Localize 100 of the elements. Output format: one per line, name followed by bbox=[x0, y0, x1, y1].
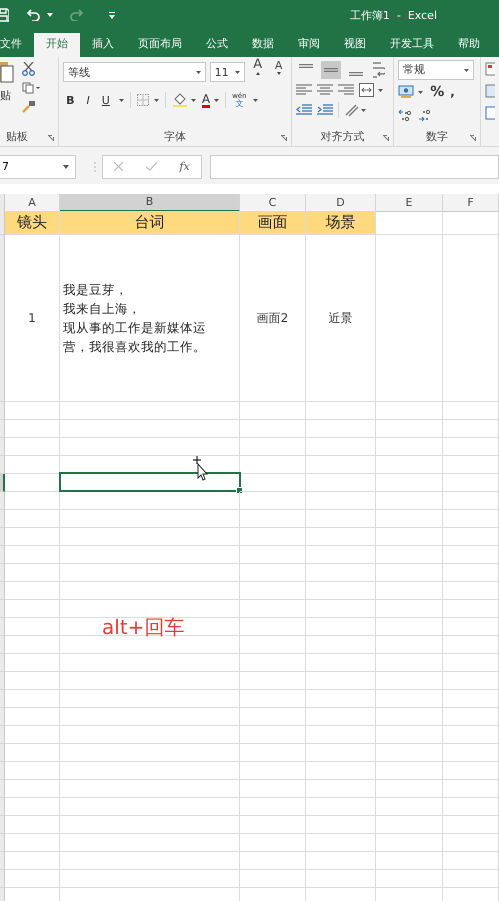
table-cell bbox=[376, 474, 443, 492]
orientation-icon[interactable] bbox=[344, 103, 366, 117]
save-icon[interactable] bbox=[0, 8, 9, 22]
table-cell bbox=[5, 618, 60, 636]
increase-decimal-icon[interactable] bbox=[398, 109, 412, 122]
table-cell bbox=[5, 492, 60, 510]
table-cell bbox=[306, 510, 376, 528]
ribbon-tab[interactable]: 页面布局 bbox=[126, 33, 194, 57]
table-cell bbox=[376, 528, 443, 546]
align-left-icon[interactable] bbox=[296, 84, 312, 96]
font-color-button[interactable]: A bbox=[202, 92, 220, 108]
insert-function-button[interactable]: fx bbox=[179, 160, 190, 173]
undo-icon[interactable] bbox=[27, 9, 41, 21]
table-cell bbox=[443, 402, 499, 420]
table-cell: 1 bbox=[5, 235, 60, 402]
caret-icon[interactable] bbox=[47, 13, 53, 17]
ribbon-tab[interactable]: 帮助 bbox=[446, 33, 492, 57]
row-header[interactable] bbox=[0, 474, 5, 492]
caret-icon[interactable] bbox=[118, 98, 124, 102]
number-format-dropdown[interactable]: 常规 bbox=[398, 60, 474, 80]
table-cell: 画面2 bbox=[240, 235, 306, 402]
font-style-button[interactable]: U bbox=[98, 94, 113, 106]
align-middle-button[interactable] bbox=[320, 61, 341, 79]
align-center-icon[interactable] bbox=[316, 84, 333, 96]
borders-icon[interactable] bbox=[136, 94, 159, 106]
dialog-launcher-icon[interactable] bbox=[280, 135, 287, 141]
group-label: 贴板 bbox=[6, 128, 28, 144]
table-cell bbox=[306, 402, 376, 420]
ribbon-tab[interactable]: 插入 bbox=[80, 33, 126, 57]
font-style-button[interactable]: B bbox=[63, 94, 78, 106]
decrease-font-button[interactable]: A bbox=[270, 59, 287, 85]
decrease-decimal-icon[interactable] bbox=[418, 109, 432, 122]
fill-color-icon[interactable] bbox=[172, 93, 196, 107]
wrap-text-icon[interactable] bbox=[370, 61, 385, 79]
table-cell bbox=[443, 798, 499, 816]
table-cell bbox=[306, 834, 376, 852]
table-cell: 镜头 bbox=[5, 211, 60, 235]
percent-button[interactable]: % bbox=[430, 84, 444, 100]
caret-icon[interactable] bbox=[252, 98, 258, 102]
ribbon-tab[interactable]: 公式 bbox=[194, 33, 240, 57]
table-cell bbox=[376, 726, 443, 744]
ribbon-tab[interactable]: 审阅 bbox=[286, 33, 332, 57]
increase-font-button[interactable]: A bbox=[248, 57, 266, 87]
align-top-icon bbox=[298, 64, 313, 68]
scissors-icon[interactable] bbox=[22, 62, 35, 76]
column-header[interactable]: E bbox=[376, 194, 443, 212]
font-size-dropdown[interactable]: 11 bbox=[210, 62, 245, 82]
fill-handle[interactable] bbox=[236, 487, 243, 494]
currency-icon[interactable] bbox=[398, 85, 424, 100]
formula-input[interactable] bbox=[210, 154, 499, 178]
table-cell bbox=[5, 546, 60, 564]
table-cell bbox=[5, 816, 60, 834]
table-cell bbox=[5, 834, 60, 852]
table-cell: 我是豆芽， 我来自上海， 现从事的工作是新媒体运 营，我很喜欢我的工作。 bbox=[60, 235, 240, 402]
table-cell bbox=[376, 852, 443, 870]
table-cell bbox=[240, 708, 306, 726]
merge-cells-icon[interactable] bbox=[358, 83, 383, 97]
comma-style-button[interactable]: , bbox=[450, 85, 455, 100]
table-cell bbox=[376, 672, 443, 690]
copy-icon[interactable] bbox=[22, 82, 40, 94]
ribbon-tab[interactable]: 数据 bbox=[240, 33, 286, 57]
table-cell bbox=[306, 456, 376, 474]
column-header[interactable]: F bbox=[443, 194, 499, 212]
dialog-launcher-icon[interactable] bbox=[470, 135, 476, 142]
increase-indent-icon[interactable] bbox=[316, 104, 333, 116]
font-style-button[interactable]: I bbox=[84, 94, 93, 106]
paste-button[interactable]: 贴 bbox=[0, 60, 14, 113]
ribbon-tab[interactable]: 文件 bbox=[0, 33, 34, 57]
ribbon-tab[interactable]: 开发工具 bbox=[378, 33, 446, 57]
table-cell bbox=[376, 870, 443, 888]
table-cell bbox=[376, 798, 443, 816]
dialog-launcher-icon[interactable] bbox=[48, 135, 54, 141]
table-cell bbox=[306, 672, 376, 690]
table-cell bbox=[443, 870, 499, 888]
ribbon-tab[interactable]: 开始 bbox=[34, 33, 80, 57]
table-cell bbox=[240, 654, 306, 672]
table-cell bbox=[306, 744, 376, 762]
table-cell bbox=[5, 852, 60, 870]
font-name-dropdown[interactable]: 等线 bbox=[63, 62, 206, 82]
table-cell bbox=[240, 618, 306, 636]
align-right-icon[interactable] bbox=[338, 84, 354, 96]
dialog-launcher-icon[interactable] bbox=[383, 135, 390, 141]
format-painter-icon[interactable] bbox=[22, 100, 36, 113]
table-cell bbox=[240, 546, 306, 564]
table-cell bbox=[306, 654, 376, 672]
decrease-indent-icon[interactable] bbox=[296, 104, 312, 116]
table-cell bbox=[5, 672, 60, 690]
table-cell bbox=[306, 528, 376, 546]
table-cell bbox=[376, 816, 443, 834]
column-header[interactable]: B bbox=[60, 194, 240, 212]
check-icon[interactable] bbox=[146, 162, 157, 171]
name-box[interactable]: 7 bbox=[0, 154, 76, 178]
align-middle-icon bbox=[324, 68, 338, 72]
customize-icon[interactable] bbox=[109, 12, 115, 18]
caret-icon bbox=[214, 98, 220, 102]
ribbon-tab[interactable]: 视图 bbox=[332, 33, 378, 57]
caret-icon bbox=[464, 69, 470, 72]
table-cell bbox=[376, 492, 443, 510]
table-cell bbox=[376, 834, 443, 852]
table-cell bbox=[240, 582, 306, 600]
